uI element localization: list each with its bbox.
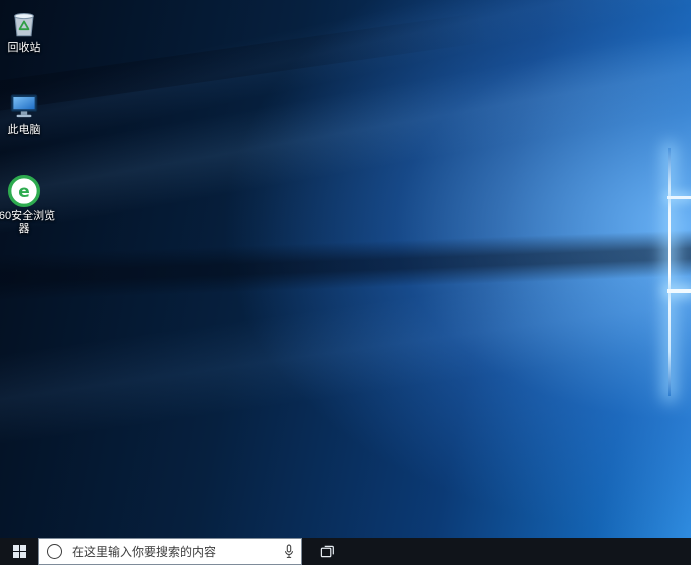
task-view-icon [320,544,335,559]
start-button[interactable] [0,538,38,565]
360-browser-icon: e [7,174,41,208]
wallpaper-dark-band [0,229,691,301]
this-pc-icon [7,88,41,122]
desktop-icon-recycle-bin[interactable]: 回收站 [0,6,52,55]
taskbar [0,538,691,565]
desktop-icon-label: 此电脑 [0,124,52,137]
desktop-icon-this-pc[interactable]: 此电脑 [0,88,52,137]
wallpaper-dark-band [0,12,490,114]
wallpaper-window-pane-line [667,289,691,293]
desktop-wallpaper: 回收站 此电脑 e 3 [0,0,691,538]
wallpaper-light-beam [0,0,691,156]
cortana-circle-icon [47,544,62,559]
microphone-icon[interactable] [283,544,295,559]
desktop-icon-label: 回收站 [0,42,52,55]
task-view-button[interactable] [310,538,344,565]
svg-text:e: e [18,182,30,202]
recycle-bin-icon [7,6,41,40]
desktop-icon-360-browser[interactable]: e 360安全浏览器 [0,174,56,236]
desktop-icon-label: 360安全浏览器 [0,210,56,236]
search-input[interactable] [70,544,279,560]
taskbar-search-box[interactable] [38,538,302,565]
wallpaper-window-pane-line [667,196,691,199]
wallpaper-light-beam [0,6,691,247]
wallpaper-light-beam [0,239,691,453]
wallpaper-window-edge-glow [668,148,671,396]
windows-logo-icon [13,545,26,558]
